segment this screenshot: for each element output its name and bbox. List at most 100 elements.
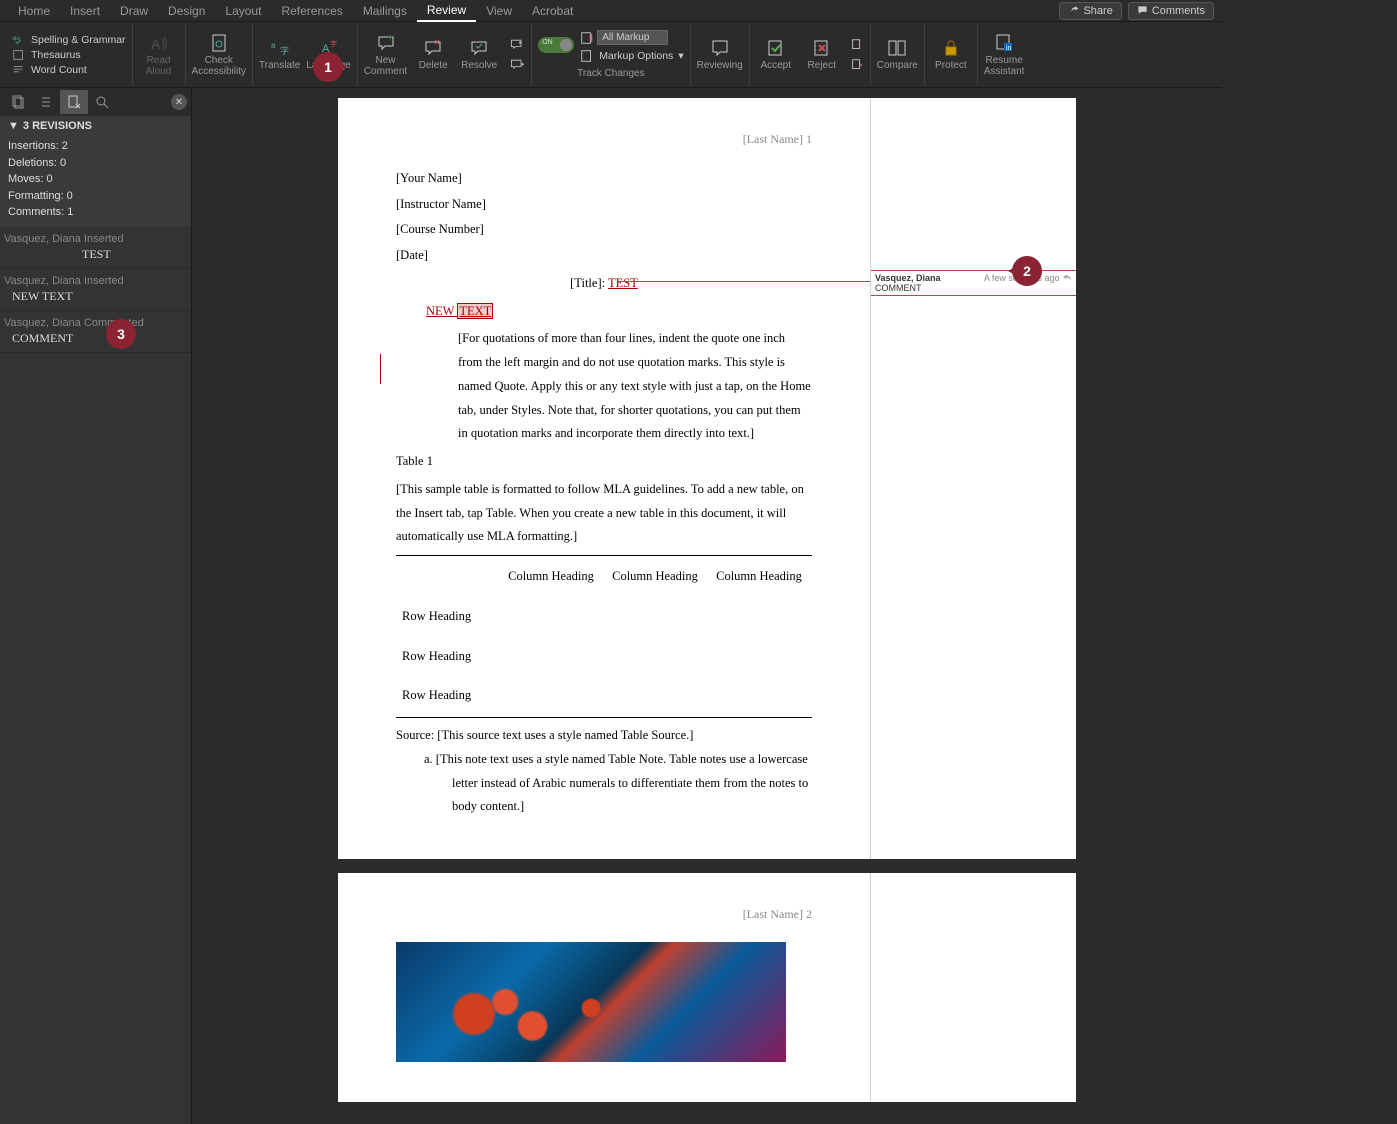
ribbon: 1 abc Spelling & Grammar Thesaurus Word … [0, 22, 1222, 88]
stat-insertions: Insertions: 2 [8, 138, 183, 155]
inserted-new: NEW [426, 304, 457, 318]
markup-options-label: Markup Options [599, 50, 673, 62]
resolve-comment-button[interactable]: Resolve [459, 38, 499, 71]
sidebar-tab-outline[interactable] [32, 90, 60, 114]
tab-review[interactable]: Review [417, 0, 476, 22]
reply-icon[interactable] [1062, 273, 1072, 281]
reject-label: Reject [808, 60, 836, 71]
tab-design[interactable]: Design [158, 1, 215, 21]
next-change-icon[interactable] [850, 58, 864, 72]
delete-label: Delete [419, 60, 448, 71]
translate-icon: a字 [270, 38, 290, 58]
inserted-line[interactable]: NEW TEXT [396, 300, 812, 324]
resume-assistant-button[interactable]: in Resume Assistant [984, 33, 1025, 77]
translate-label: Translate [259, 60, 300, 71]
next-comment-icon[interactable] [509, 58, 525, 72]
markup-options-button[interactable]: Markup Options ▾ [580, 48, 683, 64]
word-count-button[interactable]: Word Count [12, 63, 126, 77]
protect-button[interactable]: Protect [931, 38, 971, 71]
tab-references[interactable]: References [271, 1, 352, 21]
page-1: [Last Name] 1 [Your Name] [Instructor Na… [338, 98, 1076, 859]
comment-author: Vasquez, Diana [875, 273, 941, 283]
wordcount-label: Word Count [31, 64, 87, 76]
col-heading: Column Heading [604, 558, 706, 596]
reject-button[interactable]: Reject [802, 38, 842, 71]
prev-change-icon[interactable] [850, 38, 864, 52]
share-label: Share [1083, 5, 1112, 17]
tab-layout[interactable]: Layout [215, 1, 271, 21]
page-header: [Last Name] 1 [396, 128, 812, 151]
resolve-icon [469, 38, 489, 58]
title-line[interactable]: [Title]: TEST [396, 272, 812, 296]
accept-button[interactable]: Accept [756, 38, 796, 71]
revisions-header[interactable]: ▼ 3 REVISIONS [0, 116, 191, 136]
page-header: [Last Name] 2 [396, 903, 812, 926]
book-icon [12, 49, 26, 61]
revision-item[interactable]: Vasquez, Diana Commented COMMENT 3 [0, 311, 191, 353]
new-comment-icon [376, 33, 396, 53]
accessibility-icon [209, 33, 229, 53]
lock-icon [941, 38, 961, 58]
close-icon: ✕ [175, 97, 183, 108]
list-icon [38, 94, 54, 110]
title-label: [Title]: [570, 276, 608, 290]
field-date[interactable]: [Date] [396, 244, 812, 268]
reject-icon [812, 38, 832, 58]
sidebar-tab-pages[interactable] [4, 90, 32, 114]
compare-button[interactable]: Compare [877, 38, 918, 71]
compare-label: Compare [877, 60, 918, 71]
col-heading: Column Heading [500, 558, 602, 596]
translate-button[interactable]: a字 Translate [259, 38, 300, 71]
table-source[interactable]: Source: [This source text uses a style n… [396, 724, 812, 748]
tab-mailings[interactable]: Mailings [353, 1, 417, 21]
field-your-name[interactable]: [Your Name] [396, 167, 812, 191]
quote-block[interactable]: [For quotations of more than four lines,… [458, 327, 812, 446]
field-instructor[interactable]: [Instructor Name] [396, 193, 812, 217]
check-accessibility-button[interactable]: Check Accessibility [192, 33, 246, 77]
reviewing-label: Reviewing [697, 60, 743, 71]
document-canvas[interactable]: 2 [Last Name] 1 [Your Name] [Instructor … [192, 88, 1222, 1124]
share-button[interactable]: Share [1059, 2, 1121, 20]
tab-insert[interactable]: Insert [60, 1, 110, 21]
sample-table[interactable]: Column Heading Column Heading Column Hea… [396, 555, 812, 718]
stat-moves: Moves: 0 [8, 171, 183, 188]
stat-comments: Comments: 1 [8, 204, 183, 221]
tab-acrobat[interactable]: Acrobat [522, 1, 583, 21]
delete-comment-button[interactable]: Delete [413, 38, 453, 71]
comments-label: Comments [1152, 5, 1205, 17]
markup-display-icon[interactable] [580, 31, 594, 45]
markup-display-select[interactable]: All Markup [597, 30, 668, 45]
revision-content: NEW TEXT [4, 289, 187, 304]
thesaurus-label: Thesaurus [31, 49, 81, 61]
new-comment-button[interactable]: New Comment [364, 33, 407, 77]
sidebar-close-button[interactable]: ✕ [171, 94, 187, 110]
field-course[interactable]: [Course Number] [396, 218, 812, 242]
tab-draw[interactable]: Draw [110, 1, 158, 21]
spelling-grammar-button[interactable]: abc Spelling & Grammar [12, 33, 126, 47]
stat-deletions: Deletions: 0 [8, 155, 183, 172]
read-aloud-icon: A [149, 33, 169, 53]
comment-bubble[interactable]: Vasquez, Diana A few seconds ago COMMENT [871, 270, 1076, 296]
menu-bar: Home Insert Draw Design Layout Reference… [0, 0, 1222, 22]
thesaurus-button[interactable]: Thesaurus [12, 48, 126, 62]
comments-button[interactable]: Comments [1128, 2, 1214, 20]
linkedin-icon: in [994, 33, 1014, 53]
callout-3: 3 [106, 319, 136, 349]
read-aloud-label: Read Aloud [146, 55, 172, 77]
sidebar-tab-search[interactable] [88, 90, 116, 114]
sidebar-tab-revisions[interactable] [60, 90, 88, 114]
tab-view[interactable]: View [476, 1, 522, 21]
document-image[interactable] [396, 942, 786, 1062]
table-label[interactable]: Table 1 [396, 450, 812, 474]
table-note[interactable]: a. [This note text uses a style named Ta… [424, 748, 812, 819]
revision-author: Vasquez, Diana Inserted [4, 233, 187, 245]
tab-home[interactable]: Home [8, 1, 60, 21]
prev-comment-icon[interactable] [509, 38, 525, 52]
reviewing-pane-button[interactable]: Reviewing [697, 38, 743, 71]
revision-item[interactable]: Vasquez, Diana Inserted TEST [0, 227, 191, 269]
table-description[interactable]: [This sample table is formatted to follo… [396, 478, 812, 549]
revisions-icon [66, 94, 82, 110]
row-heading: Row Heading [398, 677, 498, 715]
read-aloud-button[interactable]: A Read Aloud [139, 33, 179, 77]
revision-item[interactable]: Vasquez, Diana Inserted NEW TEXT [0, 269, 191, 311]
